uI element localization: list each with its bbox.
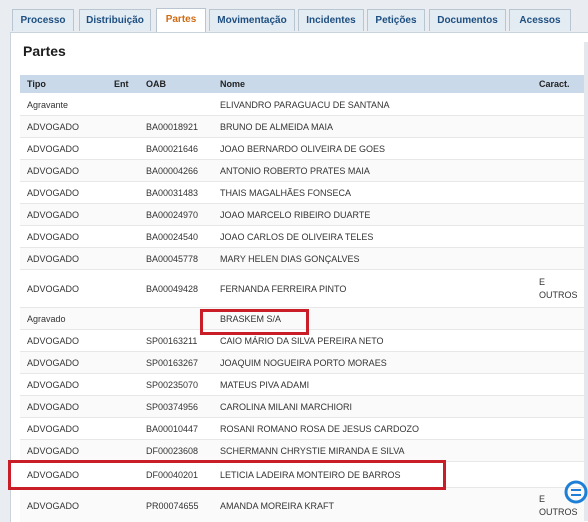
cell-nome: AMANDA MOREIRA KRAFT: [220, 501, 335, 511]
table-row: ADVOGADO BA00024540 JOAO CARLOS DE OLIVE…: [20, 226, 588, 248]
cell-oab: SP00235070: [146, 380, 199, 390]
cell-nome: ANTONIO ROBERTO PRATES MAIA: [220, 166, 370, 176]
cell-tipo: ADVOGADO: [27, 402, 80, 412]
table-row: ADVOGADO BA00004266 ANTONIO ROBERTO PRAT…: [20, 160, 588, 182]
table-row: ADVOGADO BA00018921 BRUNO DE ALMEIDA MAI…: [20, 116, 588, 138]
table-row: ADVOGADO BA00049428 FERNANDA FERREIRA PI…: [20, 270, 588, 308]
table-row: ADVOGADO DF00023608 SCHERMANN CHRYSTIE M…: [20, 440, 588, 462]
table-row: ADVOGADO SP00374956 CAROLINA MILANI MARC…: [20, 396, 588, 418]
table-row: ADVOGADO SP00163267 JOAQUIM NOGUEIRA POR…: [20, 352, 588, 374]
cell-oab: BA00024540: [146, 232, 199, 242]
partes-panel: Partes Tipo Ent OAB Nome Caract. Agravan…: [10, 32, 588, 522]
cell-nome: JOAQUIM NOGUEIRA PORTO MORAES: [220, 358, 387, 368]
cell-tipo: ADVOGADO: [27, 336, 80, 346]
tab-processo[interactable]: Processo: [12, 9, 74, 31]
cell-nome: JOAO BERNARDO OLIVEIRA DE GOES: [220, 144, 386, 154]
tab-bar: Processo Distribuição Partes Movimentaçã…: [0, 0, 588, 34]
cell-nome: MARY HELEN DIAS GONÇALVES: [220, 254, 360, 264]
cell-oab: SP00163267: [146, 358, 199, 368]
tab-distribuicao[interactable]: Distribuição: [79, 9, 151, 31]
section-title: Partes: [23, 43, 66, 59]
tab-partes[interactable]: Partes: [156, 8, 206, 33]
cell-tipo: ADVOGADO: [27, 254, 80, 264]
tab-documentos[interactable]: Documentos: [429, 9, 506, 31]
table-header: Tipo Ent OAB Nome Caract.: [20, 75, 588, 93]
cell-tipo: ADVOGADO: [27, 188, 80, 198]
column-header-oab: OAB: [146, 79, 166, 89]
cell-nome: THAIS MAGALHÃES FONSECA: [220, 188, 352, 198]
table-row: ADVOGADO BA00024970 JOAO MARCELO RIBEIRO…: [20, 204, 588, 226]
cell-nome: CAIO MÁRIO DA SILVA PEREIRA NETO: [220, 336, 384, 346]
tab-peticoes[interactable]: Petições: [367, 9, 425, 31]
column-header-ent: Ent: [114, 79, 129, 89]
cell-tipo: ADVOGADO: [27, 424, 80, 434]
table-row: ADVOGADO BA00031483 THAIS MAGALHÃES FONS…: [20, 182, 588, 204]
tab-incidentes[interactable]: Incidentes: [298, 9, 364, 31]
highlight-box-braskem: [200, 309, 309, 335]
cell-caract: E OUTROS: [539, 277, 578, 300]
cell-nome: ROSANI ROMANO ROSA DE JESUS CARDOZO: [220, 424, 420, 434]
tab-movimentacao[interactable]: Movimentação: [209, 9, 295, 31]
cell-tipo: ADVOGADO: [27, 284, 80, 294]
table-row: ADVOGADO SP00235070 MATEUS PIVA ADAMI: [20, 374, 588, 396]
cell-oab: BA00045778: [146, 254, 199, 264]
table-row: ADVOGADO BA00021646 JOAO BERNARDO OLIVEI…: [20, 138, 588, 160]
column-header-caract: Caract.: [539, 79, 570, 89]
cell-oab: PR00074655: [146, 501, 199, 511]
cell-oab: BA00004266: [146, 166, 199, 176]
cell-oab: BA00031483: [146, 188, 199, 198]
cell-nome: CAROLINA MILANI MARCHIORI: [220, 402, 353, 412]
cell-tipo: Agravante: [27, 100, 69, 110]
right-edge-strip: [584, 42, 588, 521]
column-header-nome: Nome: [220, 79, 246, 89]
tab-acessos[interactable]: Acessos: [509, 9, 571, 31]
cell-oab: SP00374956: [146, 402, 199, 412]
cell-nome: SCHERMANN CHRYSTIE MIRANDA E SILVA: [220, 446, 405, 456]
cell-oab: BA00010447: [146, 424, 199, 434]
cell-tipo: ADVOGADO: [27, 232, 80, 242]
table-row: ADVOGADO BA00045778 MARY HELEN DIAS GONÇ…: [20, 248, 588, 270]
cell-nome: BRUNO DE ALMEIDA MAIA: [220, 122, 334, 132]
cell-tipo: Agravado: [27, 314, 66, 324]
cell-tipo: ADVOGADO: [27, 122, 80, 132]
cell-oab: DF00023608: [146, 446, 199, 456]
cell-oab: BA00049428: [146, 284, 199, 294]
table-row: ADVOGADO BA00010447 ROSANI ROMANO ROSA D…: [20, 418, 588, 440]
cell-oab: BA00021646: [146, 144, 199, 154]
cell-oab: SP00163211: [146, 336, 198, 346]
table-row: Agravante ELIVANDRO PARAGUACU DE SANTANA: [20, 94, 588, 116]
column-header-tipo: Tipo: [27, 79, 46, 89]
cell-nome: FERNANDA FERREIRA PINTO: [220, 284, 347, 294]
cell-tipo: ADVOGADO: [27, 358, 80, 368]
cell-nome: ELIVANDRO PARAGUACU DE SANTANA: [220, 100, 390, 110]
cell-nome: JOAO CARLOS DE OLIVEIRA TELES: [220, 232, 374, 242]
cell-nome: MATEUS PIVA ADAMI: [220, 380, 310, 390]
table-row: ADVOGADO PR00074655 AMANDA MOREIRA KRAFT…: [20, 488, 588, 522]
cell-tipo: ADVOGADO: [27, 446, 80, 456]
cell-oab: BA00024970: [146, 210, 199, 220]
cell-tipo: ADVOGADO: [27, 501, 80, 511]
cell-oab: BA00018921: [146, 122, 199, 132]
cell-tipo: ADVOGADO: [27, 380, 80, 390]
highlight-box-leticia-row: [8, 460, 446, 490]
watermark-logo-icon: [564, 480, 588, 504]
cell-tipo: ADVOGADO: [27, 166, 80, 176]
cell-nome: JOAO MARCELO RIBEIRO DUARTE: [220, 210, 371, 220]
cell-tipo: ADVOGADO: [27, 210, 80, 220]
cell-tipo: ADVOGADO: [27, 144, 80, 154]
